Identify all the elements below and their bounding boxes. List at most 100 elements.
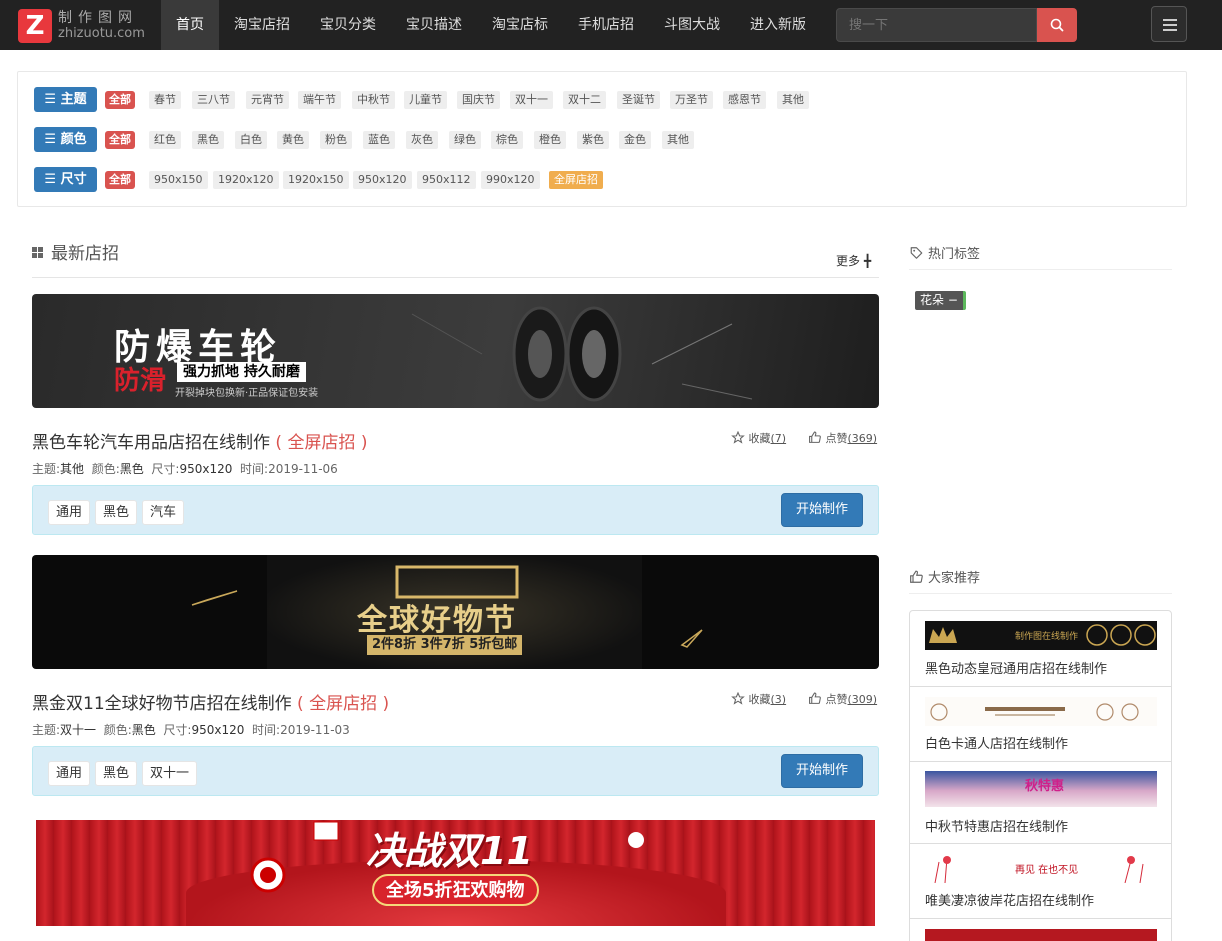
rec-label[interactable]: 黑色动态皇冠通用店招在线制作: [925, 658, 1107, 677]
grid-icon: [32, 247, 43, 258]
star-icon: [731, 691, 745, 705]
favorite-button[interactable]: 收藏(3): [731, 691, 786, 707]
filter-tag[interactable]: 950x112: [417, 171, 476, 189]
more-link[interactable]: 更多 ╋: [836, 252, 871, 269]
list-item[interactable]: 制作图在线制作 黑色动态皇冠通用店招在线制作: [910, 611, 1171, 687]
filter-tag[interactable]: 儿童节: [404, 91, 447, 109]
nav-shop-logo[interactable]: 淘宝店标: [477, 0, 563, 50]
filter-tag[interactable]: 其他: [777, 91, 809, 109]
search-icon: [1050, 18, 1064, 32]
search-input[interactable]: [836, 8, 1037, 42]
filter-tag[interactable]: 粉色: [320, 131, 352, 149]
item-tag[interactable]: 汽车: [142, 500, 185, 525]
item-tag-box: 通用 黑色 汽车 开始制作: [32, 485, 879, 535]
rec-thumbnail[interactable]: 再见 在也不见: [925, 854, 1157, 883]
logo-text-cn[interactable]: 制作图网: [58, 7, 138, 27]
banner-image[interactable]: 全球好物节 2件8折 3件7折 5折包邮: [32, 555, 879, 669]
filter-tag-fullscreen[interactable]: 全屏店招: [549, 171, 603, 189]
item-meta: 主题:其他 颜色:黑色 尺寸:950x120 时间:2019-11-06: [32, 462, 338, 476]
filter-tag[interactable]: 中秋节: [352, 91, 395, 109]
favorite-button[interactable]: 收藏(7): [731, 430, 786, 446]
logo-text-en[interactable]: zhizuotu.com: [58, 26, 145, 41]
filter-tag[interactable]: 其他: [662, 131, 694, 149]
rec-label[interactable]: 中秋节特惠店招在线制作: [925, 816, 1068, 835]
item-meta: 主题:双十一 颜色:黑色 尺寸:950x120 时间:2019-11-03: [32, 723, 350, 737]
rec-thumbnail[interactable]: 制作图在线制作: [925, 621, 1157, 650]
filter-tag[interactable]: 950x120: [353, 171, 412, 189]
menu-toggle-button[interactable]: [1151, 6, 1187, 42]
filter-tag[interactable]: 三八节: [192, 91, 235, 109]
item-tag[interactable]: 通用: [48, 500, 91, 525]
filter-all-theme[interactable]: 全部: [105, 91, 135, 109]
item-tag-box: 通用 黑色 双十一 开始制作: [32, 746, 879, 796]
item-tag[interactable]: 黑色: [95, 500, 138, 525]
like-button[interactable]: 点赞(369): [808, 430, 877, 446]
recommended-list: 制作图在线制作 黑色动态皇冠通用店招在线制作 白色卡通人店招在线制作 秋特惠 中…: [909, 610, 1172, 941]
rec-thumbnail[interactable]: 秋特惠: [925, 771, 1157, 807]
rec-label[interactable]: 唯美凄凉彼岸花店招在线制作: [925, 890, 1094, 909]
filter-tag[interactable]: 绿色: [449, 131, 481, 149]
filter-tag[interactable]: 白色: [235, 131, 267, 149]
logo-icon[interactable]: Z: [18, 9, 52, 43]
filter-panel: ☰ 主题 全部 春节 三八节 元宵节 端午节 中秋节 儿童节 国庆节 双十一 双…: [17, 71, 1187, 207]
item-title[interactable]: 黑色车轮汽车用品店招在线制作 ( 全屏店招 ): [32, 428, 367, 453]
hot-tags-title: 热门标签: [909, 243, 980, 262]
filter-tag[interactable]: 万圣节: [670, 91, 713, 109]
filter-tag[interactable]: 双十二: [563, 91, 606, 109]
nav-taobao-signboard[interactable]: 淘宝店招: [219, 0, 305, 50]
filter-tag[interactable]: 春节: [149, 91, 181, 109]
rec-label[interactable]: 白色卡通人店招在线制作: [925, 733, 1068, 752]
filter-tag[interactable]: 蓝色: [363, 131, 395, 149]
filter-tag[interactable]: 国庆节: [457, 91, 500, 109]
item-tag[interactable]: 通用: [48, 761, 91, 786]
filter-tag[interactable]: 棕色: [491, 131, 523, 149]
tag-icon: [910, 247, 923, 259]
filter-tag[interactable]: 金色: [619, 131, 651, 149]
nav-item-description[interactable]: 宝贝描述: [391, 0, 477, 50]
thumbs-up-icon: [809, 692, 821, 704]
filter-tag[interactable]: 1920x120: [213, 171, 279, 189]
filter-tag[interactable]: 红色: [149, 131, 181, 149]
search-button[interactable]: [1037, 8, 1077, 42]
filter-all-size[interactable]: 全部: [105, 171, 135, 189]
item-tag[interactable]: 双十一: [142, 761, 198, 786]
list-item[interactable]: 白色卡通人店招在线制作: [910, 687, 1171, 762]
like-button[interactable]: 点赞(309): [808, 691, 877, 707]
filter-label-size: ☰ 尺寸: [34, 167, 97, 192]
nav-item-category[interactable]: 宝贝分类: [305, 0, 391, 50]
filter-tag[interactable]: 1920x150: [283, 171, 349, 189]
item-title[interactable]: 黑金双11全球好物节店招在线制作 ( 全屏店招 ): [32, 689, 389, 714]
banner-image[interactable]: 防爆车轮 防滑 强力抓地 持久耐磨 开裂掉块包换新·正品保证包安装: [32, 294, 879, 408]
filter-tag[interactable]: 990x120: [481, 171, 540, 189]
hot-tag[interactable]: 花朵 −: [915, 291, 966, 310]
recommended-title: 大家推荐: [909, 567, 980, 586]
filter-tag[interactable]: 紫色: [577, 131, 609, 149]
nav-meme-battle[interactable]: 斗图大战: [649, 0, 735, 50]
nav-mobile-signboard[interactable]: 手机店招: [563, 0, 649, 50]
nav-home[interactable]: 首页: [161, 0, 219, 50]
filter-tag[interactable]: 圣诞节: [617, 91, 660, 109]
nav-new-version[interactable]: 进入新版: [735, 0, 821, 50]
rec-thumbnail[interactable]: [925, 929, 1157, 941]
fullscreen-badge: ( 全屏店招 ): [275, 433, 368, 453]
filter-all-color[interactable]: 全部: [105, 131, 135, 149]
list-item[interactable]: 秋特惠 中秋节特惠店招在线制作: [910, 762, 1171, 844]
divider: [32, 277, 879, 278]
filter-tag[interactable]: 950x150: [149, 171, 208, 189]
filter-tag[interactable]: 感恩节: [723, 91, 766, 109]
filter-tag[interactable]: 黑色: [192, 131, 224, 149]
item-tag[interactable]: 黑色: [95, 761, 138, 786]
rec-thumbnail[interactable]: [925, 697, 1157, 726]
banner-image[interactable]: 决战双11 全场5折狂欢购物: [36, 820, 875, 926]
list-item[interactable]: 再见 在也不见 唯美凄凉彼岸花店招在线制作: [910, 844, 1171, 919]
filter-tag[interactable]: 双十一: [510, 91, 553, 109]
filter-tag[interactable]: 灰色: [406, 131, 438, 149]
start-making-button[interactable]: 开始制作: [781, 754, 863, 788]
filter-tag[interactable]: 元宵节: [246, 91, 289, 109]
thumbs-up-icon: [809, 431, 821, 443]
filter-tag[interactable]: 黄色: [277, 131, 309, 149]
filter-tag[interactable]: 橙色: [534, 131, 566, 149]
list-item[interactable]: [910, 919, 1171, 941]
start-making-button[interactable]: 开始制作: [781, 493, 863, 527]
filter-tag[interactable]: 端午节: [298, 91, 341, 109]
